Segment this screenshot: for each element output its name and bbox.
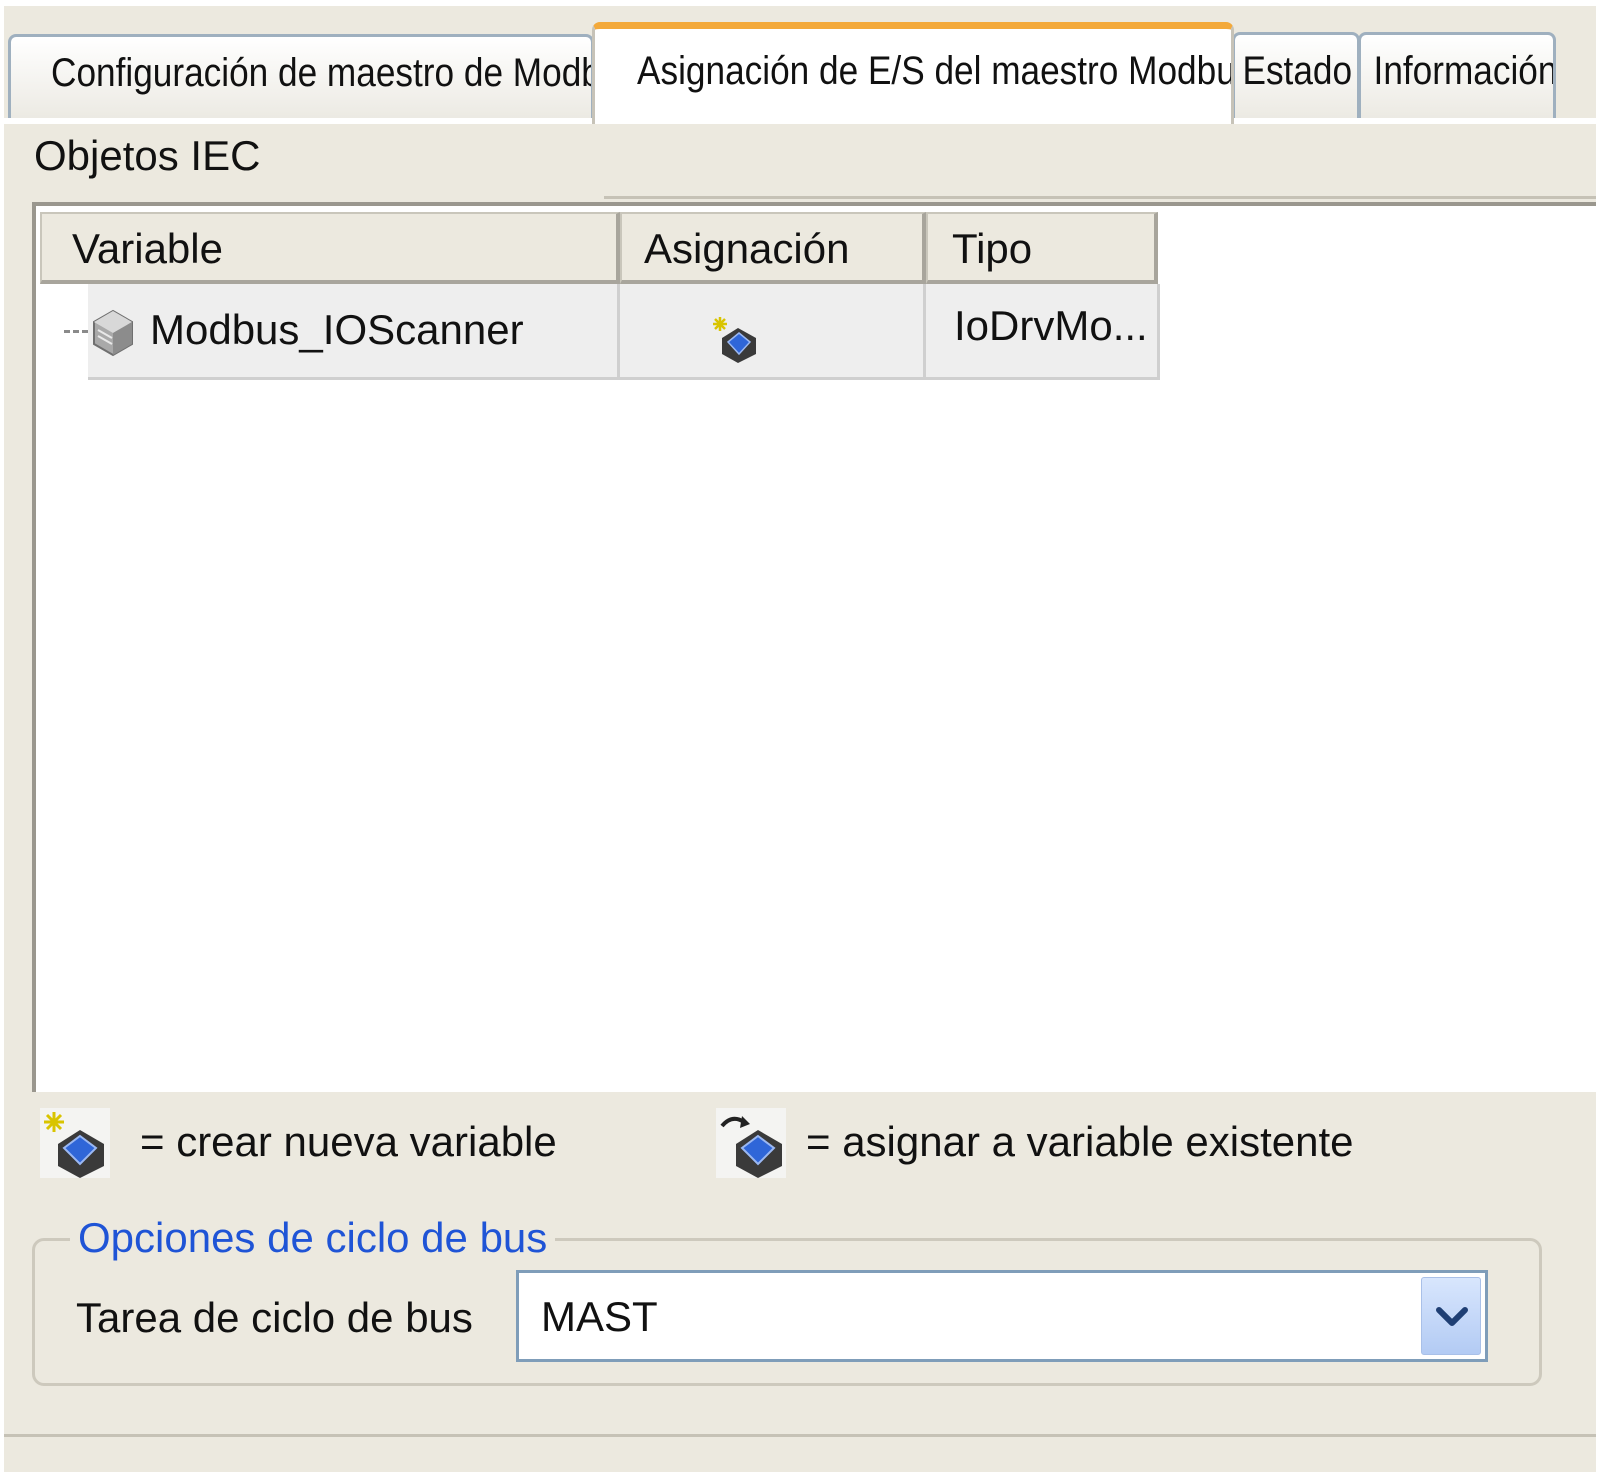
chevron-down-icon [1435,1304,1469,1335]
bus-cycle-options-title: Opciones de ciclo de bus [70,1212,556,1264]
tab-bar: Configuración de maestro de Modbus Asign… [4,6,1596,124]
tree-connector [64,330,88,333]
variable-type: IoDrvMo... [954,302,1148,349]
column-header-mapping[interactable]: Asignación [620,212,926,284]
bus-cycle-task-label: Tarea de ciclo de bus [76,1294,473,1341]
tab-status[interactable]: Estado [1232,32,1360,118]
section-divider [604,196,1596,199]
tab-modbus-master-configuration[interactable]: Configuración de maestro de Modbus [8,34,594,118]
map-existing-variable-icon [716,1108,786,1183]
bus-cycle-task-value: MAST [541,1293,658,1340]
section-title: Objetos IEC [34,132,261,179]
table-row-mapping-cell[interactable] [620,284,926,380]
create-new-variable-icon [40,1108,110,1183]
create-new-variable-icon [710,314,760,374]
table-row-type-cell[interactable]: IoDrvMo... [926,284,1160,380]
tab-label: Asignación de E/S del maestro Modbus [637,49,1234,93]
tab-label: Estado [1242,49,1353,93]
column-header-type[interactable]: Tipo [926,212,1158,284]
io-mapping-panel: Configuración de maestro de Modbus Asign… [4,6,1596,1472]
tab-modbus-master-io-mapping[interactable]: Asignación de E/S del maestro Modbus [592,22,1234,124]
dropdown-button[interactable] [1421,1277,1481,1355]
tab-information[interactable]: Información [1358,32,1556,118]
bus-cycle-task-select[interactable]: MAST [516,1270,1488,1362]
iec-objects-table[interactable]: Variable Asignación Tipo Modbus_IOScanne… [32,202,1596,1092]
column-header-variable[interactable]: Variable [40,212,620,284]
variable-name: Modbus_IOScanner [150,306,524,353]
table-row-variable-cell[interactable]: Modbus_IOScanner [36,284,620,380]
legend-map-label: = asignar a variable existente [806,1118,1354,1165]
bottom-border [4,1434,1596,1437]
tab-label: Configuración de maestro de Modbus [51,51,594,95]
tab-label: Información [1373,49,1556,93]
device-icon [90,308,136,368]
legend-create-label: = crear nueva variable [140,1118,557,1165]
